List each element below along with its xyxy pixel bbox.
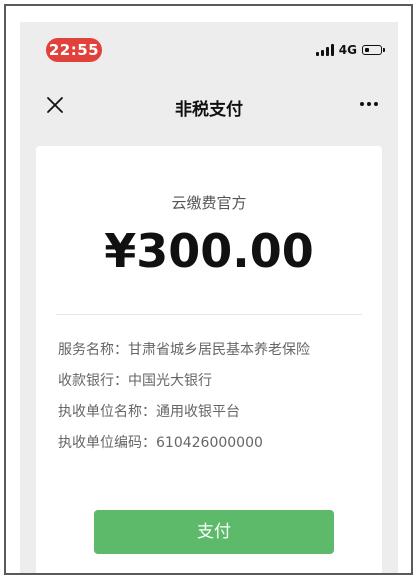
nav-bar: 非税支付: [20, 82, 398, 130]
payment-card: 云缴费官方 ¥300.00 服务名称：甘肃省城乡居民基本养老保险 收款银行：中国…: [36, 146, 382, 573]
detail-service-name: 服务名称：甘肃省城乡居民基本养老保险: [58, 342, 310, 358]
pay-button[interactable]: 支付: [94, 510, 334, 554]
network-type: 4G: [338, 43, 357, 57]
status-indicators: 4G: [315, 42, 385, 58]
battery-icon: [362, 45, 385, 55]
merchant-name: 云缴费官方: [171, 194, 247, 212]
payment-details: 服务名称：甘肃省城乡居民基本养老保险 收款银行：中国光大银行 执收单位名称：通用…: [58, 340, 368, 464]
detail-unit-name: 执收单位名称：通用收银平台: [58, 404, 240, 420]
divider: [56, 314, 362, 315]
signal-icon: [315, 44, 334, 56]
phone-screen: 22:55 4G 非税支付 云缴费官方 ¥300.00 服务名称：甘肃省城乡居民…: [20, 22, 398, 573]
screenshot-frame: 22:55 4G 非税支付 云缴费官方 ¥300.00 服务名称：甘肃省城乡居民…: [4, 4, 413, 575]
status-time: 22:55: [46, 38, 102, 62]
detail-receiving-bank: 收款银行：中国光大银行: [58, 373, 212, 389]
payment-amount: ¥300.00: [104, 224, 314, 278]
status-bar: 22:55 4G: [20, 22, 398, 68]
battery-level: [364, 47, 369, 52]
page-title: 非税支付: [175, 100, 243, 120]
detail-unit-code: 执收单位编码：610426000000: [58, 435, 263, 451]
more-icon[interactable]: [360, 102, 378, 106]
